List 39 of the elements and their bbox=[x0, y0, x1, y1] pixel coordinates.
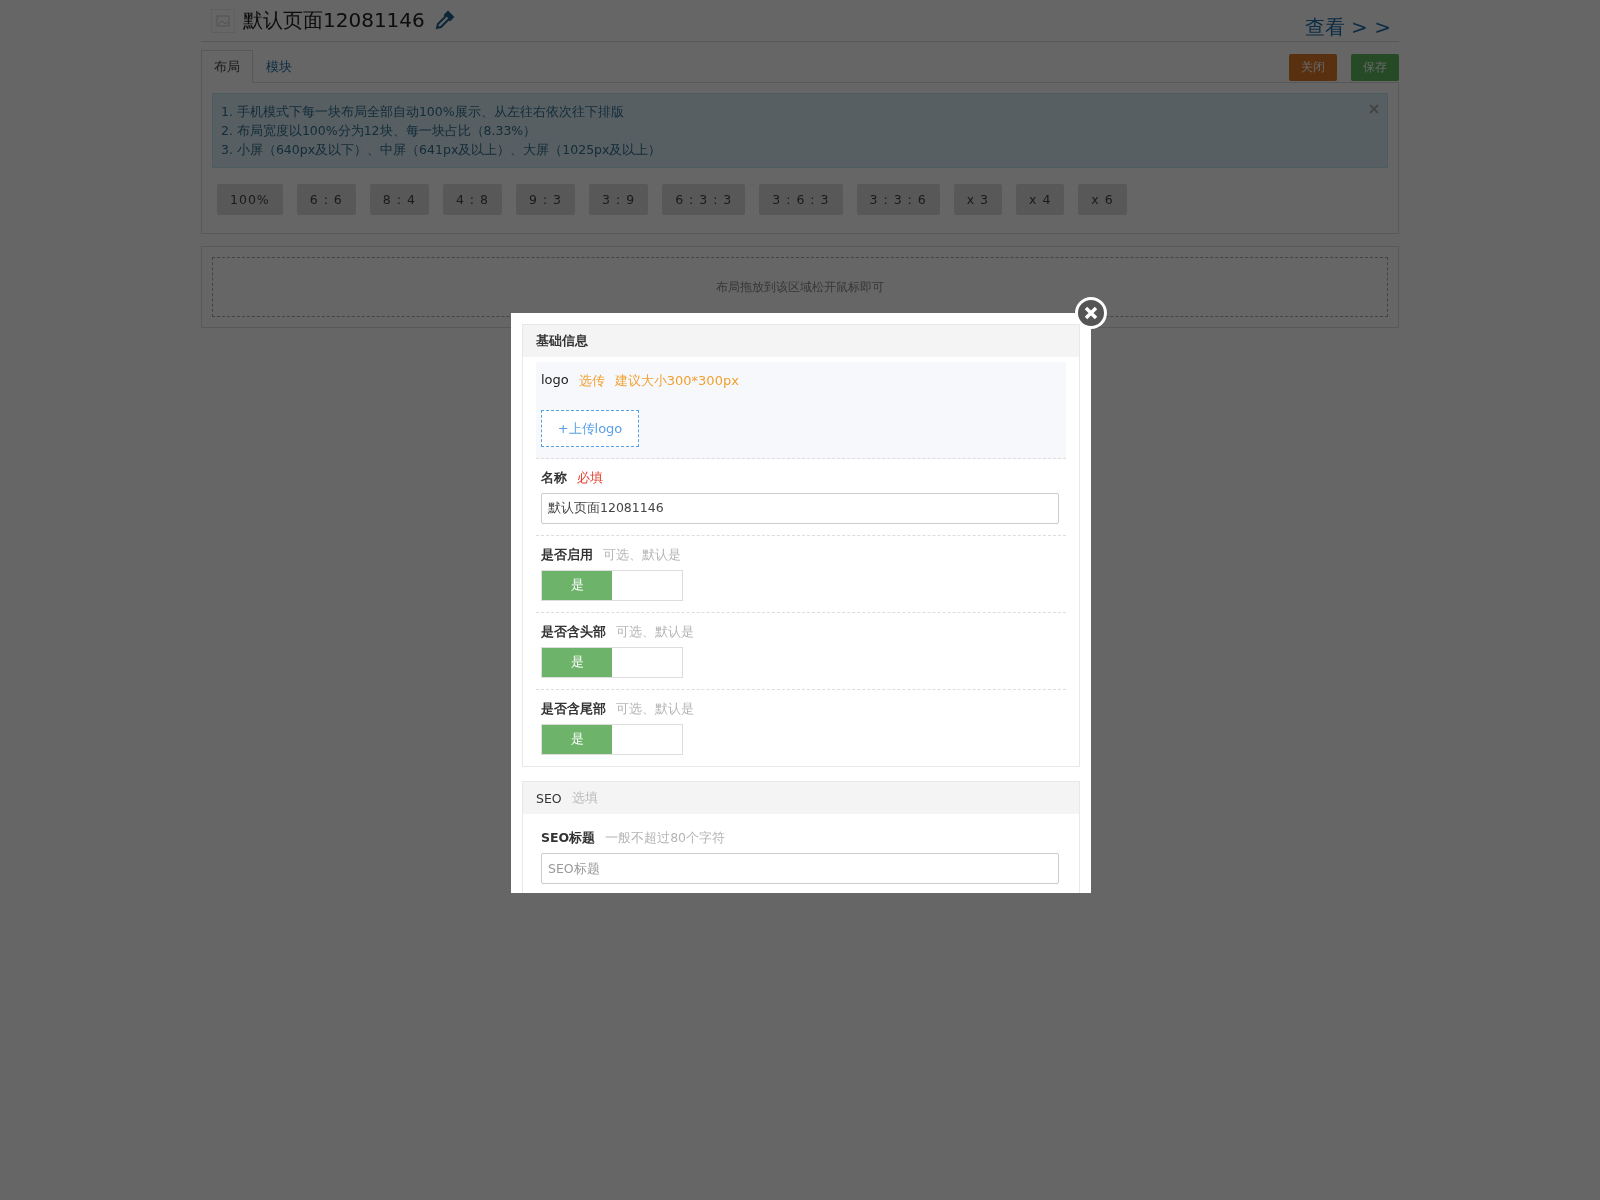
toggle-switch[interactable]: 是 bbox=[541, 647, 683, 678]
layout-button[interactable]: 3 : 9 bbox=[589, 184, 649, 215]
layout-button[interactable]: 3 : 3 : 6 bbox=[856, 184, 940, 215]
section-title: SEO bbox=[536, 790, 562, 806]
hint-text: 必填 bbox=[577, 470, 603, 487]
field-label: logo bbox=[541, 372, 569, 389]
field-label: 名称 bbox=[541, 470, 567, 487]
save-button[interactable]: 保存 bbox=[1351, 54, 1399, 81]
hint-text: 可选、默认是 bbox=[616, 624, 694, 641]
tab[interactable]: 模块 bbox=[253, 50, 305, 83]
close-button[interactable]: 关闭 bbox=[1289, 54, 1337, 81]
layout-button[interactable]: 4 : 8 bbox=[442, 184, 502, 215]
field-label: 是否含头部 bbox=[541, 624, 606, 641]
layout-button[interactable]: x 3 bbox=[953, 184, 1003, 215]
toggle-switch[interactable]: 是 bbox=[541, 570, 683, 601]
hint-text: 可选、默认是 bbox=[603, 547, 681, 564]
hint-text: 建议大小300*300px bbox=[614, 372, 739, 390]
field-label: 是否含尾部 bbox=[541, 701, 606, 718]
field-label: 是否启用 bbox=[541, 547, 593, 564]
page-title: 默认页面12081146 bbox=[243, 7, 425, 34]
layout-button[interactable]: 8 : 4 bbox=[369, 184, 429, 215]
input-field[interactable]: SEO标题 bbox=[541, 853, 1059, 884]
tab[interactable]: 布局 bbox=[201, 50, 253, 83]
toggle-switch[interactable]: 是 bbox=[541, 724, 683, 755]
section-title: 基础信息 bbox=[536, 332, 588, 350]
upload-button[interactable]: +上传logo bbox=[541, 410, 639, 447]
layout-button[interactable]: 6 : 6 bbox=[296, 184, 356, 215]
hint-text: 可选、默认是 bbox=[616, 701, 694, 718]
layout-button[interactable]: 100% bbox=[217, 184, 283, 215]
layout-button[interactable]: x 4 bbox=[1016, 184, 1065, 215]
view-link[interactable]: 查看 > > bbox=[1304, 13, 1391, 41]
layout-button[interactable]: 9 : 3 bbox=[516, 184, 576, 215]
field-label: SEO标题 bbox=[541, 830, 596, 847]
layout-button[interactable]: 6 : 3 : 3 bbox=[662, 184, 746, 215]
input-field[interactable]: 默认页面12081146 bbox=[541, 493, 1059, 524]
hint-text: 选传 bbox=[578, 372, 605, 390]
layout-button[interactable]: 3 : 6 : 3 bbox=[759, 184, 843, 215]
layout-button[interactable]: x 6 bbox=[1078, 184, 1127, 215]
notice-line: 3. 小屏（640px及以下）、中屏（641px及以上）、大屏（1025px及以上） bbox=[221, 141, 663, 159]
